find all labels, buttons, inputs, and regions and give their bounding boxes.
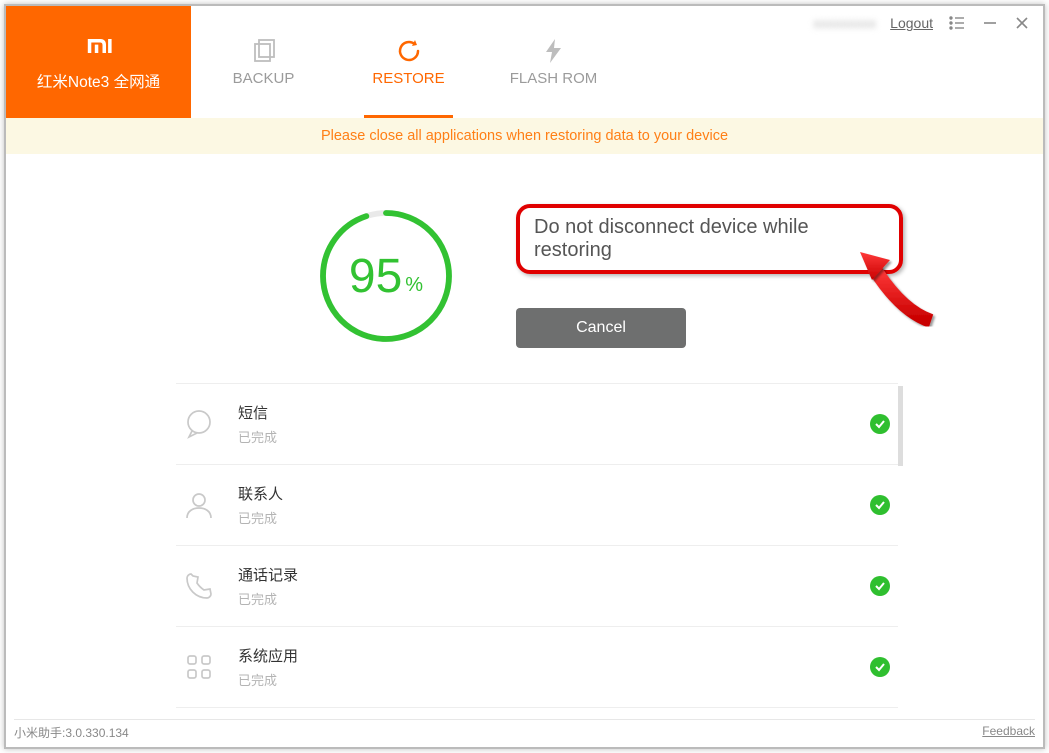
logout-link[interactable]: Logout (890, 15, 933, 31)
scrollbar[interactable] (898, 386, 903, 466)
minimize-icon[interactable] (981, 14, 999, 32)
backup-icon (251, 38, 277, 64)
warning-banner: Please close all applications when resto… (6, 118, 1043, 154)
version-label: 小米助手:3.0.330.134 (14, 724, 129, 741)
progress-value: 95 (349, 249, 402, 304)
tab-backup-label: BACKUP (233, 70, 295, 87)
phone-icon (182, 569, 216, 603)
contact-icon (182, 488, 216, 522)
item-name: 短信 (238, 402, 870, 423)
check-icon (870, 576, 890, 596)
feedback-link[interactable]: Feedback (982, 724, 1035, 741)
tab-backup[interactable]: BACKUP (191, 6, 336, 118)
apps-icon (182, 650, 216, 684)
item-status: 已完成 (238, 589, 870, 608)
list-item: 通话记录已完成 (176, 546, 898, 627)
progress-suffix: % (405, 274, 423, 297)
list-item: 短信已完成 (176, 383, 898, 465)
item-status: 已完成 (238, 427, 870, 446)
check-icon (870, 657, 890, 677)
item-status: 已完成 (238, 670, 870, 689)
chat-icon (182, 407, 216, 441)
restore-icon (396, 38, 422, 64)
mi-logo-icon (85, 32, 113, 60)
progress-area: 95 % Do not disconnect device while rest… (6, 204, 1043, 348)
list-item: 系统应用已完成 (176, 627, 898, 708)
check-icon (870, 495, 890, 515)
check-icon (870, 414, 890, 434)
item-status: 已完成 (238, 508, 870, 527)
logo-box: 红米Note3 全网通 (6, 6, 191, 118)
tabs: BACKUP RESTORE FLASH ROM (191, 6, 626, 118)
warning-callout: Do not disconnect device while restoring (516, 204, 903, 274)
app-window: xxxxxxxxx Logout 红米Note3 全网通 BACKUP (4, 4, 1045, 749)
item-name: 通话记录 (238, 564, 870, 585)
close-icon[interactable] (1013, 14, 1031, 32)
tab-restore[interactable]: RESTORE (336, 6, 481, 118)
menu-list-icon[interactable] (947, 14, 967, 32)
cancel-button[interactable]: Cancel (516, 308, 686, 348)
tab-restore-label: RESTORE (372, 70, 444, 87)
warning-text: Do not disconnect device while restoring (534, 216, 809, 261)
restore-item-list: 短信已完成 联系人已完成 通话记录已完成 系统应用已完成 (176, 383, 898, 708)
tab-flash-label: FLASH ROM (510, 70, 598, 87)
item-name: 联系人 (238, 483, 870, 504)
window-controls: xxxxxxxxx Logout (813, 14, 1031, 32)
progress-circle: 95 % (316, 206, 456, 346)
list-item: 联系人已完成 (176, 465, 898, 546)
item-name: 系统应用 (238, 645, 870, 666)
username-blurred: xxxxxxxxx (813, 15, 876, 31)
footer: 小米助手:3.0.330.134 Feedback (14, 719, 1035, 741)
device-name: 红米Note3 全网通 (37, 70, 160, 92)
tab-flash[interactable]: FLASH ROM (481, 6, 626, 118)
flash-icon (544, 38, 564, 64)
